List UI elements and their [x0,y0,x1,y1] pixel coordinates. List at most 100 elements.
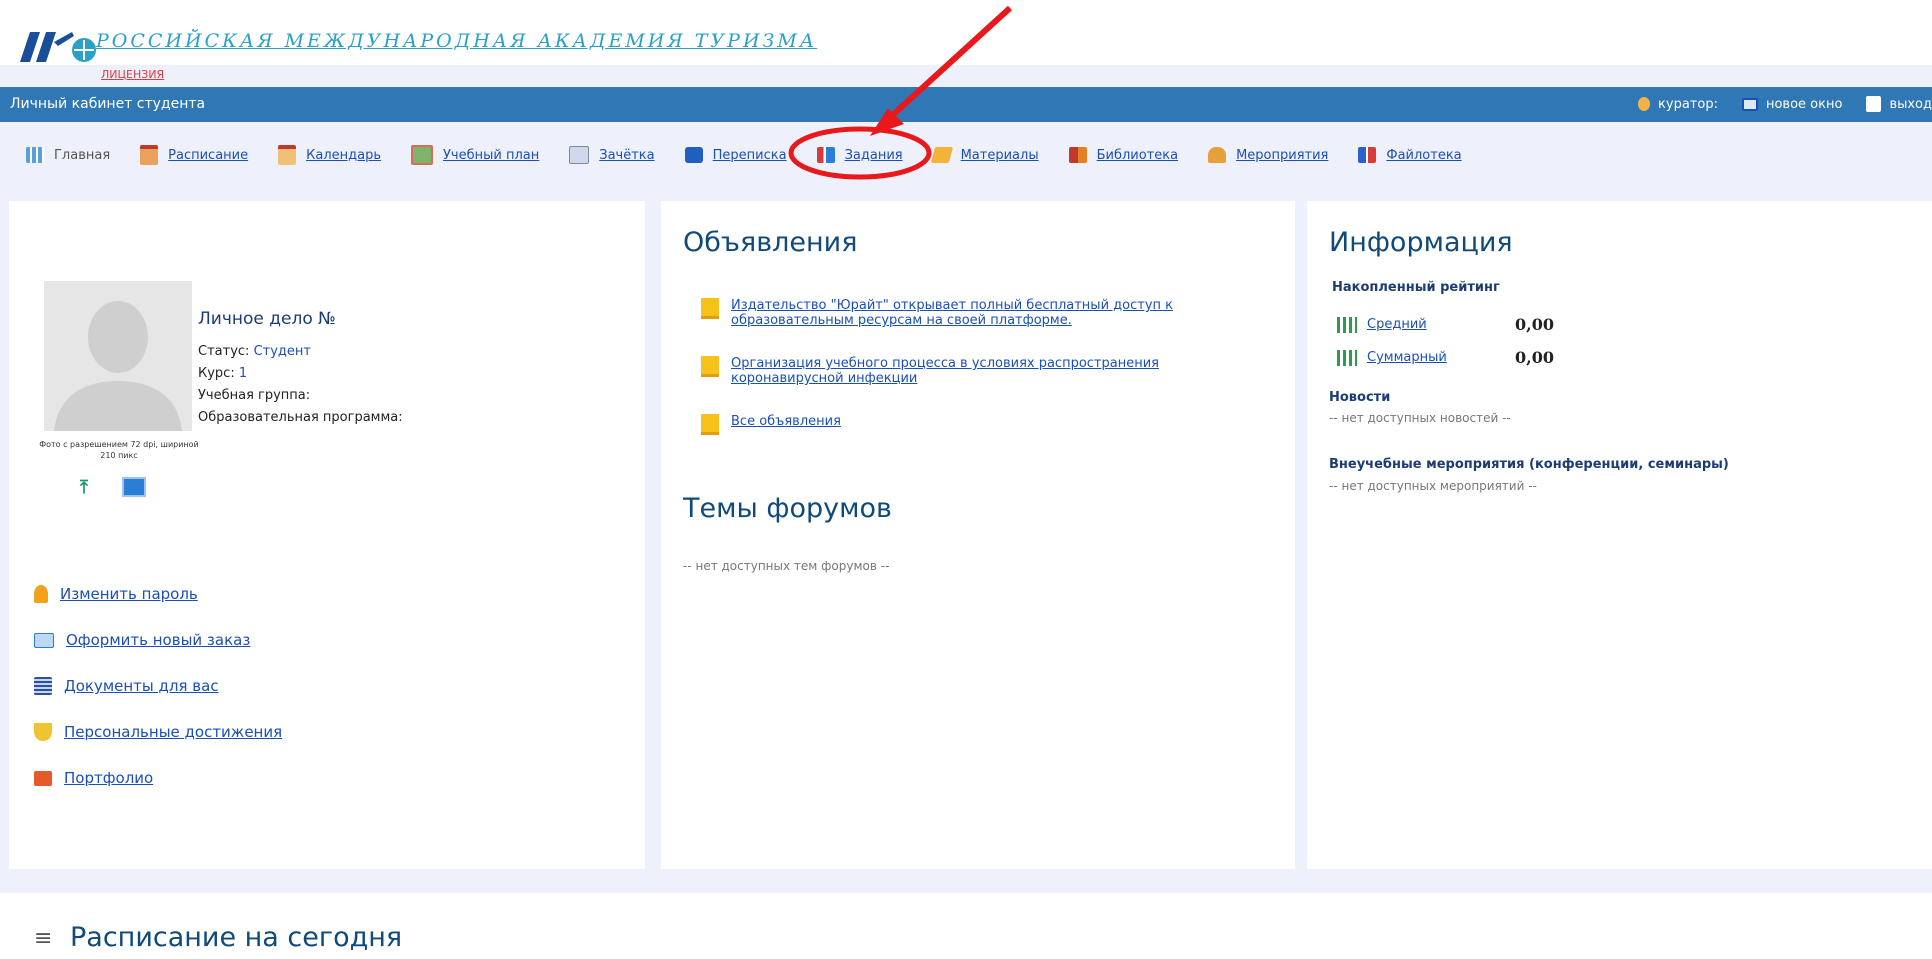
nav-item-library[interactable]: Библиотека [1068,145,1179,165]
events-empty-text: -- нет доступных мероприятий -- [1329,479,1537,493]
card-icon [34,632,54,648]
books-icon [1068,147,1087,163]
average-rating-link[interactable]: Средний [1367,317,1515,332]
link-label[interactable]: Документы для вас [64,677,219,695]
chart-icon [1337,349,1357,366]
nav-label[interactable]: Библиотека [1097,148,1179,163]
nav-label[interactable]: Расписание [168,148,248,163]
course-row: Курс: 1 [198,363,403,385]
avatar[interactable] [44,281,192,431]
news-empty-text: -- нет доступных новостей -- [1329,411,1511,425]
events-header: Внеучебные мероприятия (конференции, сем… [1329,457,1729,472]
new-order-link[interactable]: Оформить новый заказ [34,617,282,663]
nav-item-files[interactable]: Файлотека [1358,145,1462,165]
nav-item-events[interactable]: Мероприятия [1208,145,1328,165]
curator-label: куратор: [1658,96,1718,112]
main-nav: Главная Расписание Календарь Учебный пла… [0,122,1932,202]
news-header: Новости [1329,390,1391,405]
schedule-title: Расписание на сегодня [70,922,403,953]
rating-row-sum: Суммарный 0,00 [1337,341,1554,374]
info-panel: Информация Накопленный рейтинг Средний 0… [1307,201,1932,869]
document-icon [34,677,52,695]
link-label[interactable]: Персональные достижения [64,723,282,741]
case-title: Личное дело № [198,309,336,329]
exit-link[interactable]: выход [1866,96,1932,112]
nav-label[interactable]: Файлотека [1386,148,1461,163]
calendar-icon [278,145,297,165]
nav-item-plan[interactable]: Учебный план [411,145,539,165]
rating-header: Накопленный рейтинг [1332,280,1500,295]
group-label: Учебная группа: [198,388,311,403]
hamburger-icon[interactable]: ≡ [34,926,52,951]
rating-row-average: Средний 0,00 [1337,308,1554,341]
plan-icon [411,145,433,165]
briefcase-icon [34,770,52,786]
portfolio-link[interactable]: Портфолио [34,755,282,801]
nav-item-record-book[interactable]: Зачётка [569,145,655,165]
profile-panel: Фото с разрешением 72 dpi, шириной 210 п… [9,201,645,869]
all-announcements-link[interactable]: Все объявления [731,414,841,435]
nav-label[interactable]: Зачётка [599,148,654,163]
academy-title-link[interactable]: РОССИЙСКАЯ МЕЖДУНАРОДНАЯ АКАДЕМИЯ ТУРИЗМ… [96,30,817,52]
exit-label: выход [1889,96,1932,112]
forums-title: Темы форумов [683,493,892,524]
link-label[interactable]: Оформить новый заказ [66,631,250,649]
top-bar: Личный кабинет студента куратор: новое о… [0,87,1932,122]
sum-rating-value: 0,00 [1515,348,1554,367]
program-label: Образовательная программа: [198,410,403,425]
chart-icon [1337,316,1357,333]
announcement-link[interactable]: Организация учебного процесса в условиях… [731,356,1261,386]
people-icon [1208,147,1227,163]
forums-empty-text: -- нет доступных тем форумов -- [683,559,890,573]
course-value: 1 [238,366,248,381]
nav-item-schedule[interactable]: Расписание [140,145,248,165]
change-password-link[interactable]: Изменить пароль [34,571,282,617]
calendar-icon [140,145,159,165]
nav-label[interactable]: Задания [845,148,903,163]
nav-item-chat[interactable]: Переписка [684,145,787,165]
materials-icon [930,147,953,163]
link-label[interactable]: Портфолио [64,769,153,787]
nav-label[interactable]: Переписка [713,148,787,163]
sum-rating-link[interactable]: Суммарный [1367,350,1515,365]
achievements-link[interactable]: Персональные достижения [34,709,282,755]
schedule-section: ≡ Расписание на сегодня [0,893,1932,959]
nav-item-home[interactable]: Главная [26,145,110,165]
license-link[interactable]: лицензия [101,68,164,81]
rating-list: Средний 0,00 Суммарный 0,00 [1337,308,1554,374]
nav-label: Главная [54,147,111,163]
info-title: Информация [1329,227,1513,258]
link-label[interactable]: Изменить пароль [60,585,198,603]
nav-item-calendar[interactable]: Календарь [278,145,381,165]
grid-icon [26,147,44,163]
course-label: Курс: [198,366,235,381]
photo-note: Фото с разрешением 72 dpi, шириной 210 п… [39,440,199,460]
trophy-icon [34,723,52,741]
status-label: Статус: [198,344,250,359]
announcement-item: Издательство "Юрайт" открывает полный бе… [701,298,1261,328]
new-window-link[interactable]: новое окно [1741,96,1843,112]
nav-label[interactable]: Материалы [961,148,1039,163]
nav-item-materials[interactable]: Материалы [930,145,1039,165]
note-icon [701,356,719,377]
files-icon [1358,147,1377,163]
nav-label[interactable]: Учебный план [443,148,539,163]
documents-link[interactable]: Документы для вас [34,663,282,709]
nav-item-tasks[interactable]: Задания [816,145,903,165]
upload-icon[interactable]: ⤒ [80,477,88,498]
announcement-link[interactable]: Издательство "Юрайт" открывает полный бе… [731,298,1261,328]
camera-icon[interactable] [121,477,146,497]
key-icon [34,585,48,603]
average-rating-value: 0,00 [1515,315,1554,334]
announcement-item: Организация учебного процесса в условиях… [701,356,1261,386]
note-icon [701,298,719,319]
profile-details: Статус: Студент Курс: 1 Учебная группа: … [198,341,403,429]
note-icon [701,414,719,435]
new-window-label: новое окно [1765,96,1843,112]
person-icon [1638,97,1651,111]
status-row: Статус: Студент [198,341,403,363]
nav-label[interactable]: Календарь [306,148,381,163]
curator-link[interactable]: куратор: [1638,96,1718,112]
status-value: Студент [253,344,311,359]
nav-label[interactable]: Мероприятия [1236,148,1328,163]
